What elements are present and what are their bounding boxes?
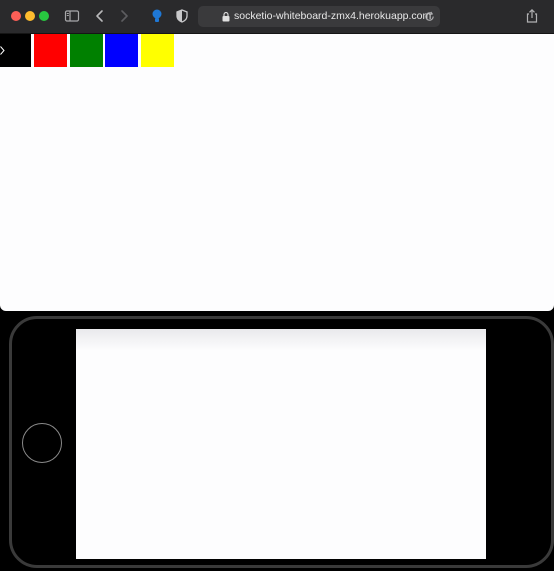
zoom-window-button[interactable] <box>39 11 49 21</box>
url-text: socketio-whiteboard-zmx4.herokuapp.com <box>234 10 432 22</box>
sidebar-icon[interactable] <box>64 8 80 24</box>
forward-icon[interactable] <box>116 8 132 24</box>
back-icon[interactable] <box>92 8 108 24</box>
browser-toolbar: socketio-whiteboard-zmx4.herokuapp.com <box>0 0 554 34</box>
close-window-button[interactable] <box>11 11 21 21</box>
whiteboard-canvas[interactable] <box>0 67 554 311</box>
phone-home-button[interactable] <box>22 423 62 463</box>
minimize-window-button[interactable] <box>25 11 35 21</box>
browser-window: socketio-whiteboard-zmx4.herokuapp.com <box>0 0 554 311</box>
lock-icon <box>222 12 230 22</box>
color-palette <box>0 34 180 67</box>
shield-icon[interactable] <box>174 8 190 24</box>
share-icon[interactable] <box>524 8 540 24</box>
reload-icon[interactable] <box>424 11 435 22</box>
color-swatch-yellow[interactable] <box>141 34 174 67</box>
extension-icon[interactable] <box>149 8 165 24</box>
cursor-icon <box>0 46 5 55</box>
phone-whiteboard-canvas[interactable] <box>76 329 486 559</box>
color-swatch-blue[interactable] <box>105 34 138 67</box>
address-bar[interactable]: socketio-whiteboard-zmx4.herokuapp.com <box>198 6 440 27</box>
color-swatch-red[interactable] <box>34 34 67 67</box>
color-swatch-green[interactable] <box>70 34 103 67</box>
